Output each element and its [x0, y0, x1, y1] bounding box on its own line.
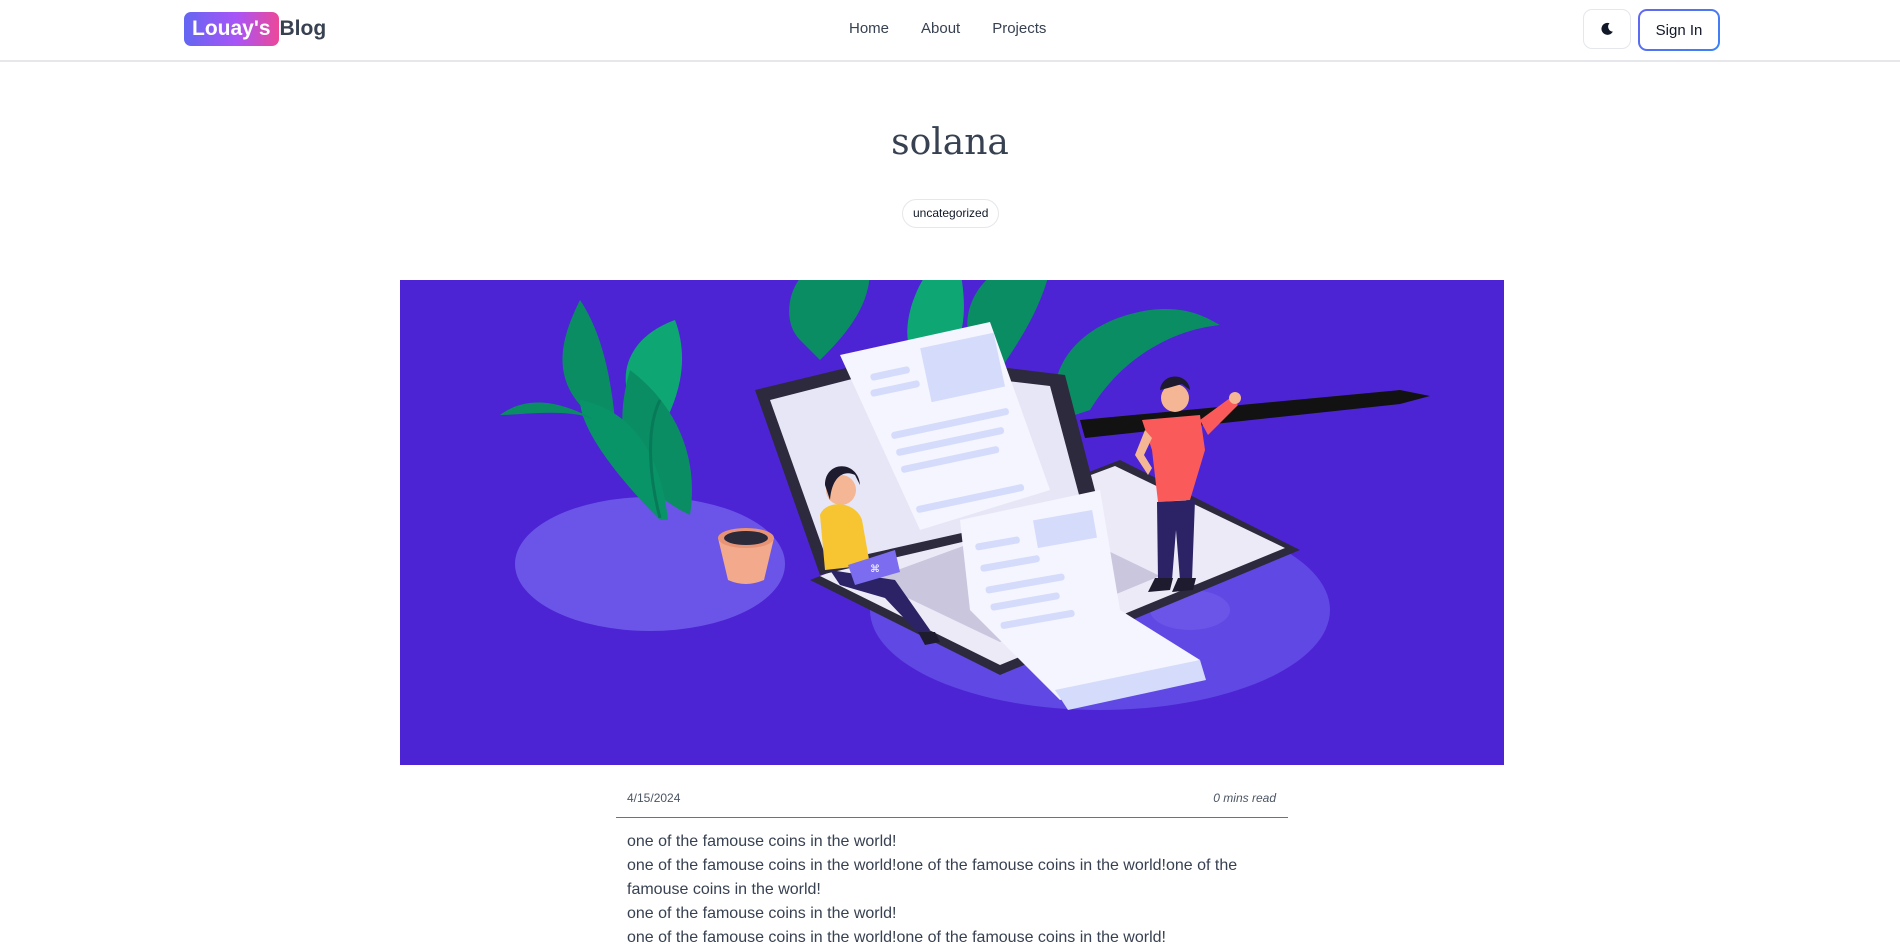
sign-in-button-border: Sign In [1638, 9, 1720, 51]
main-nav: Home About Projects [849, 20, 1046, 37]
read-time: 0 mins read [1213, 791, 1276, 805]
nav-about[interactable]: About [921, 20, 960, 37]
category-badge[interactable]: uncategorized [902, 199, 1000, 228]
site-header: Louay's Blog Home About Projects Sign In [0, 0, 1900, 62]
content-paragraph: one of the famouse coins in the world! [627, 905, 897, 922]
logo-badge: Louay's [184, 12, 279, 46]
nav-projects[interactable]: Projects [992, 20, 1046, 37]
post-meta: 4/15/2024 0 mins read [616, 788, 1288, 818]
moon-icon [1601, 22, 1613, 35]
content-paragraph: one of the famouse coins in the world! [627, 833, 897, 850]
content-paragraph: one of the famouse coins in the world!on… [627, 929, 1166, 946]
nav-home[interactable]: Home [849, 20, 889, 37]
site-logo[interactable]: Louay's Blog [184, 12, 326, 46]
logo-text: Blog [279, 17, 327, 40]
theme-toggle-button[interactable] [1583, 9, 1631, 49]
sign-in-button[interactable]: Sign In [1640, 11, 1718, 49]
svg-text:⌘: ⌘ [870, 564, 880, 575]
post-title: solana [891, 122, 1009, 163]
post-content: one of the famouse coins in the world! o… [627, 830, 1277, 950]
hero-illustration: ⌘ [500, 280, 1430, 710]
post-date: 4/15/2024 [627, 791, 681, 805]
hero-image: ⌘ [400, 280, 1504, 765]
content-paragraph: one of the famouse coins in the world!on… [627, 857, 1238, 898]
